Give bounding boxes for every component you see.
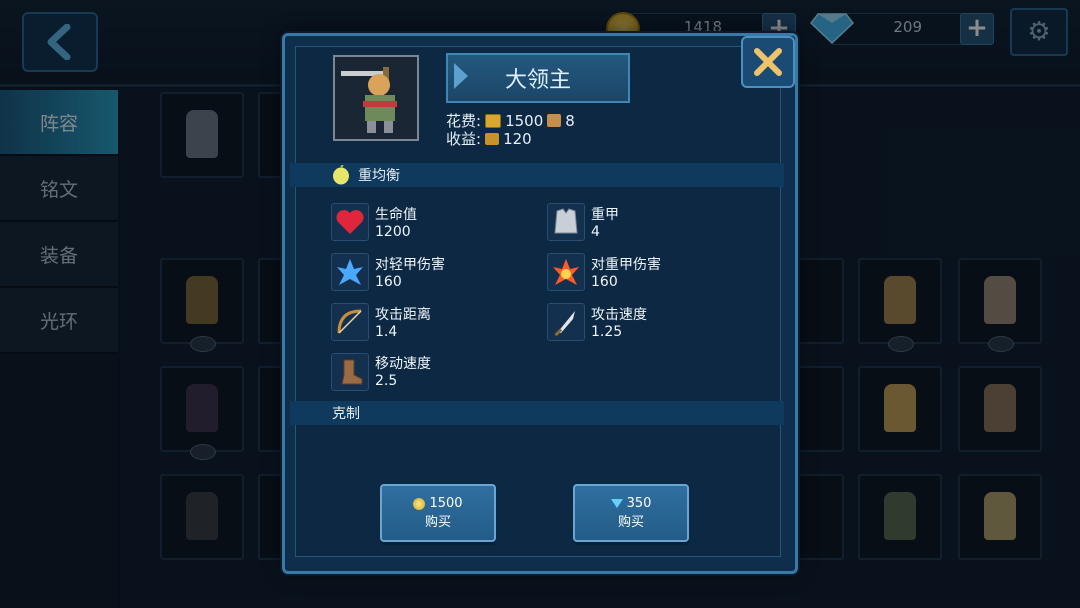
buy-with-gold-button[interactable]: 1500 购买: [380, 484, 496, 542]
unit-name: 大领主: [504, 68, 571, 93]
stat-label: 攻击距离: [375, 307, 431, 323]
stat-label: 重甲: [591, 207, 619, 223]
income-icon: [485, 132, 500, 145]
stat-value: 160: [375, 274, 402, 290]
bow-icon: [331, 303, 369, 341]
gem-price: 350: [626, 496, 652, 511]
heavy-armor-icon: [547, 203, 585, 241]
stat-value: 1.4: [375, 324, 398, 340]
heart-icon: [331, 203, 369, 241]
gem-icon: [610, 499, 623, 508]
stat-label: 移动速度: [375, 356, 431, 372]
counter-label: 克制: [332, 406, 360, 422]
gem-price-row: 350: [610, 496, 652, 511]
boot-icon: [331, 353, 369, 391]
buy-label: 购买: [617, 515, 644, 530]
gold-price-row: 1500: [413, 496, 463, 511]
unit-portrait: [333, 55, 419, 141]
population-icon: [547, 114, 562, 127]
stat-value: 4: [591, 224, 600, 240]
income-label: 收益:: [446, 130, 482, 148]
stat-label: 对重甲伤害: [591, 257, 661, 273]
buy-with-gem-button[interactable]: 350 购买: [573, 484, 689, 542]
balance-section-bar: 重均衡: [290, 163, 784, 187]
close-button[interactable]: [741, 36, 795, 88]
gold-coin-icon: [413, 497, 426, 510]
buy-label: 购买: [424, 515, 451, 530]
counter-section-bar: 克制: [290, 401, 784, 425]
close-icon: [754, 48, 782, 76]
stat-value: 160: [591, 274, 618, 290]
gold-price: 1500: [429, 496, 463, 511]
stat-label: 对轻甲伤害: [375, 257, 445, 273]
stat-value: 1200: [375, 224, 411, 240]
cost-gold: 1500: [505, 111, 544, 130]
stat-label: 攻击速度: [591, 307, 647, 323]
stat-value: 1.25: [591, 324, 623, 340]
blade-icon: [547, 303, 585, 341]
heavy-armor-damage-icon: [547, 253, 585, 291]
lemon-icon: [333, 165, 349, 185]
cost-population: 8: [565, 111, 575, 130]
light-armor-damage-icon: [331, 253, 369, 291]
stat-value: 2.5: [375, 373, 398, 389]
gold-coin-icon: [485, 113, 502, 128]
income-value: 120: [503, 129, 532, 148]
unit-name-plate: 大领主: [446, 53, 630, 103]
knight-portrait-icon: [341, 67, 397, 133]
balance-label: 重均衡: [358, 168, 400, 184]
stat-label: 生命值: [375, 207, 417, 223]
income-row: 收益: 120: [446, 128, 532, 149]
